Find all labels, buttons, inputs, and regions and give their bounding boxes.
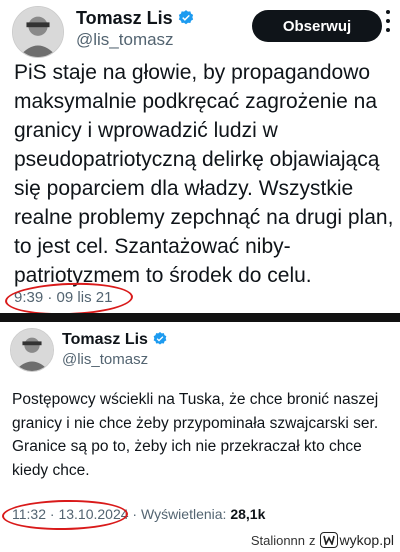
image-divider: [0, 313, 400, 322]
watermark-joiner: z: [309, 532, 316, 548]
author-name-text: Tomasz Lis: [76, 8, 173, 28]
avatar[interactable]: [10, 328, 54, 372]
tweet-date[interactable]: 13.10.2024: [58, 506, 128, 522]
wykop-logo-icon: [319, 532, 338, 548]
author-handle[interactable]: @lis_tomasz: [76, 30, 174, 50]
avatar-photo: [13, 7, 63, 57]
tweet-meta: 11:32 · 13.10.2024 · Wyświetlenia: 28,1k: [12, 506, 265, 522]
follow-button[interactable]: Obserwuj: [252, 10, 382, 42]
tweet-text: Postępowcy wściekli na Tuska, że chce br…: [12, 391, 379, 479]
verified-badge-icon: [177, 9, 195, 27]
watermark: Stalionnn z wykop.pl: [251, 532, 394, 548]
views-label: Wyświetlenia:: [140, 506, 227, 522]
avatar[interactable]: [12, 6, 64, 58]
tweet-time: 9:39: [14, 289, 44, 306]
meta-separator: ·: [49, 506, 55, 522]
verified-badge-icon: [152, 331, 168, 347]
tweet-date: 09 lis 21: [56, 289, 113, 306]
meta-separator: ·: [132, 506, 138, 522]
tweet-timestamp[interactable]: 9:39 · 09 lis 21: [14, 289, 112, 306]
footer: Stalionnn z wykop.pl: [0, 530, 400, 552]
watermark-site: wykop.pl: [339, 532, 394, 548]
tweet-time[interactable]: 11:32: [12, 506, 46, 522]
more-options-icon[interactable]: [384, 10, 392, 32]
author-name[interactable]: Tomasz Lis: [76, 8, 195, 29]
author-handle[interactable]: @lis_tomasz: [62, 351, 148, 368]
tweet-text: PiS staje na głowie, by propagandowo mak…: [14, 61, 394, 287]
tweet-card-1: Tomasz Lis @lis_tomasz Obserwuj PiS staj…: [0, 0, 400, 318]
views-count[interactable]: 28,1k: [230, 506, 265, 522]
meta-separator: ·: [47, 289, 53, 306]
tweet-card-2: Tomasz Lis @lis_tomasz Postępowcy wściek…: [0, 322, 400, 532]
avatar-photo: [11, 329, 53, 371]
author-name-text: Tomasz Lis: [62, 331, 148, 348]
author-name[interactable]: Tomasz Lis: [62, 331, 168, 349]
watermark-user: Stalionnn: [250, 532, 306, 548]
